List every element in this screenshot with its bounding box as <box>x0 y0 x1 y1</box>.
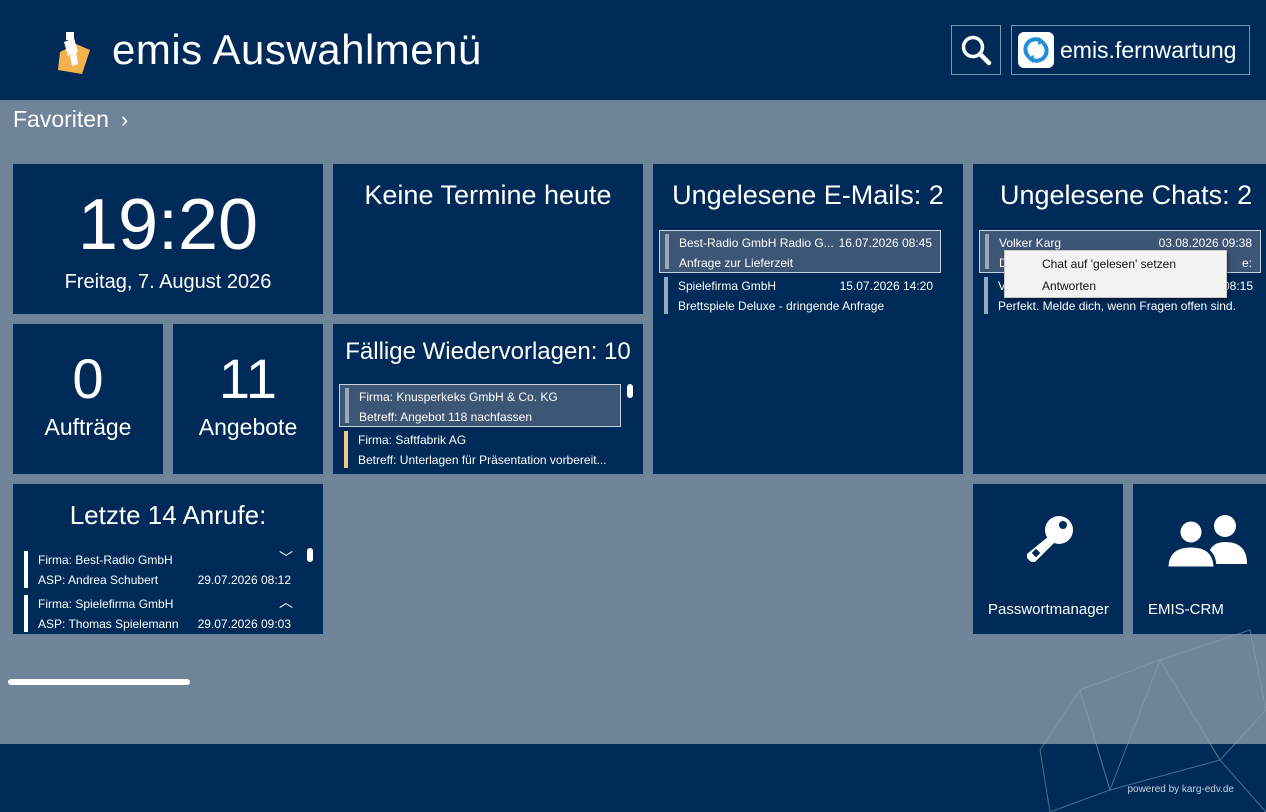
orders-count: 0 <box>72 347 104 410</box>
powered-by-text: powered by karg-edv.de <box>1127 784 1234 795</box>
item-marker <box>665 234 669 269</box>
email-sender: Spielefirma GmbH <box>678 279 777 293</box>
page-title: emis Auswahlmenü <box>112 26 482 73</box>
horizontal-scrollbar[interactable] <box>8 679 190 685</box>
clock-tile: 19:20 Freitag, 7. August 2026 <box>13 164 323 314</box>
calls-tile: Letzte 14 Anrufe: Firma: Best-Radio GmbH… <box>13 484 323 634</box>
calls-title: Letzte 14 Anrufe: <box>69 500 267 530</box>
offers-label: Angebote <box>198 414 298 440</box>
users-icon <box>1167 515 1247 568</box>
chevron-up-icon[interactable]: ︿ <box>279 592 293 612</box>
call-contact: ASP: Thomas Spielemann <box>38 617 179 631</box>
item-marker <box>985 234 989 269</box>
emis-app: emis Auswahlmenü emis.fernwartung Favori… <box>0 0 1266 812</box>
item-marker <box>664 277 668 314</box>
key-icon <box>1027 516 1073 562</box>
item-marker <box>345 388 349 423</box>
crm-label: EMIS-CRM <box>1148 601 1224 618</box>
password-manager-label: Passwortmanager <box>988 601 1109 618</box>
offers-count: 11 <box>218 347 278 410</box>
remote-support-button[interactable]: emis.fernwartung <box>1011 25 1250 75</box>
scrollbar-thumb[interactable] <box>307 548 313 562</box>
followups-title: Fällige Wiedervorlagen: 10 <box>345 338 631 365</box>
app-header: emis Auswahlmenü emis.fernwartung <box>0 0 1266 100</box>
remote-support-icon <box>1018 32 1054 68</box>
item-marker <box>24 595 28 632</box>
item-marker <box>344 431 348 468</box>
followups-tile: Fällige Wiedervorlagen: 10 Firma: Knuspe… <box>333 324 643 474</box>
emails-title: Ungelesene E-Mails: 2 <box>672 180 944 210</box>
menu-item-mark-read[interactable]: Chat auf 'gelesen' setzen <box>1005 253 1226 275</box>
call-company: Firma: Spielefirma GmbH <box>38 597 174 611</box>
favorites-label: Favoriten <box>13 106 109 132</box>
emis-logo-icon <box>58 32 90 74</box>
followup-item[interactable]: Firma: Saftfabrik AG Betreff: Unterlagen… <box>339 428 621 471</box>
chevron-down-icon[interactable]: ﹀ <box>279 548 293 568</box>
emails-tile: Ungelesene E-Mails: 2 Best-Radio GmbH Ra… <box>653 164 963 474</box>
chat-message: Perfekt. Melde dich, wenn Fragen offen s… <box>998 299 1236 313</box>
followup-subject: Betreff: Angebot 118 nachfassen <box>359 410 533 424</box>
clock-date: Freitag, 7. August 2026 <box>64 271 272 293</box>
appointments-tile[interactable]: Keine Termine heute <box>333 164 643 314</box>
remote-support-label: emis.fernwartung <box>1060 36 1237 63</box>
chevron-right-icon: › <box>120 106 129 132</box>
password-manager-tile[interactable]: Passwortmanager <box>973 484 1123 634</box>
call-item[interactable]: Firma: Spielefirma GmbH ASP: Thomas Spie… <box>19 592 299 634</box>
clock-time: 19:20 <box>77 185 259 265</box>
appointments-title: Keine Termine heute <box>364 180 612 210</box>
chats-title: Ungelesene Chats: 2 <box>1000 180 1253 210</box>
call-date: 29.07.2026 08:12 <box>197 573 291 587</box>
context-menu: Chat auf 'gelesen' setzen Antworten <box>1004 250 1227 298</box>
followup-company: Firma: Knusperkeks GmbH & Co. KG <box>359 390 558 404</box>
offers-tile[interactable]: 11 Angebote <box>173 324 323 474</box>
call-contact: ASP: Andrea Schubert <box>38 573 159 587</box>
email-subject: Brettspiele Deluxe - dringende Anfrage <box>678 299 885 313</box>
email-sender: Best-Radio GmbH Radio G... <box>679 236 834 250</box>
email-item[interactable]: Best-Radio GmbH Radio G... 16.07.2026 08… <box>659 230 941 273</box>
email-date: 16.07.2026 08:45 <box>838 236 932 250</box>
favorites-link[interactable]: Favoriten › <box>13 106 128 133</box>
email-subject: Anfrage zur Lieferzeit <box>679 256 794 270</box>
chats-tile: Ungelesene Chats: 2 Volker Karg 03.08.20… <box>973 164 1266 474</box>
crm-tile[interactable]: EMIS-CRM <box>1133 484 1266 634</box>
menu-item-reply[interactable]: Antworten <box>1005 275 1226 297</box>
followup-subject: Betreff: Unterlagen für Präsentation vor… <box>358 453 607 467</box>
followup-item[interactable]: Firma: Knusperkeks GmbH & Co. KG Betreff… <box>339 384 621 427</box>
search-icon <box>961 35 992 66</box>
call-company: Firma: Best-Radio GmbH <box>38 553 173 567</box>
item-marker <box>24 551 28 588</box>
call-item[interactable]: Firma: Best-Radio GmbH ASP: Andrea Schub… <box>19 548 299 591</box>
call-date: 29.07.2026 09:03 <box>197 617 291 631</box>
chat-date: 08:15 <box>1222 279 1253 293</box>
email-item[interactable]: Spielefirma GmbH 15.07.2026 14:20 Bretts… <box>659 274 941 317</box>
orders-label: Aufträge <box>44 414 132 440</box>
item-marker <box>984 277 988 314</box>
followup-company: Firma: Saftfabrik AG <box>358 433 467 447</box>
chat-message-tail: e: <box>1241 256 1252 270</box>
email-date: 15.07.2026 14:20 <box>839 279 933 293</box>
orders-tile[interactable]: 0 Aufträge <box>13 324 163 474</box>
scrollbar-thumb[interactable] <box>627 384 633 398</box>
search-button[interactable] <box>951 25 1001 75</box>
